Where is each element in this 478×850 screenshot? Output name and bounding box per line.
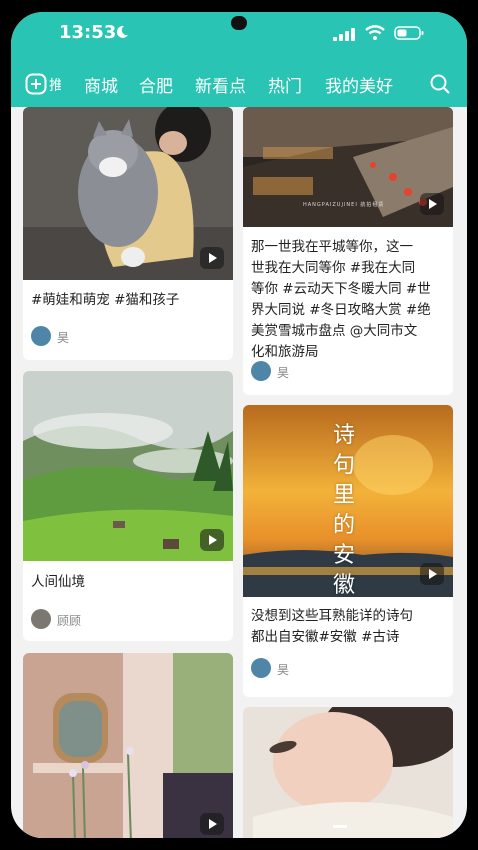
app-header: 13:53 推荐 商城 合肥 新看点 热门 我的美好 [11,12,467,107]
tab-recommend-partial[interactable]: 推荐 [49,75,61,95]
avatar[interactable] [251,658,271,678]
feed-card[interactable] [23,653,233,838]
overlay-char: 徽 [332,573,355,598]
image-watermark: HANGPAIZUJINEI 航拍租赁 [303,202,385,208]
room-interior-image [23,653,233,838]
signal-icon [333,28,355,41]
overlay-char: 里 [332,483,355,508]
moon-icon [116,25,128,38]
author-name[interactable]: 昊 [277,364,289,381]
search-icon[interactable] [429,73,451,95]
card-caption: 没想到这些耳熟能详的诗句 都出自安徽#安徽 #古诗 [251,606,413,648]
feed-card[interactable]: #萌娃和萌宠 #猫和孩子 昊 [23,107,233,360]
feed-card[interactable]: 人间仙境 顾顾 [23,371,233,641]
author-name[interactable]: 顾顾 [57,612,81,629]
tab-hefei[interactable]: 合肥 [139,72,173,97]
caption-line: 世我在大同等你 #我在大同 [251,260,416,276]
tab-hot[interactable]: 热门 [268,72,302,97]
author-name[interactable]: 昊 [57,329,69,346]
feed[interactable]: #萌娃和萌宠 #猫和孩子 昊 HANGPAIZUJINEI 航拍租赁 那一世我在… [11,107,467,838]
baby-photo-image [243,707,453,838]
phone-screen: 13:53 推荐 商城 合肥 新看点 热门 我的美好 [11,12,467,838]
poem-overlay-text: 诗 句 里 的 安 徽 [329,421,359,601]
card-caption: 人间仙境 [31,574,85,590]
caption-line: 界大同说 #冬日攻略大赏 #绝 [251,302,431,318]
avatar[interactable] [251,361,271,381]
add-channel-icon[interactable] [25,73,47,95]
wifi-icon [365,25,385,40]
caption-line: 没想到这些耳熟能详的诗句 [251,608,413,624]
tab-my-good[interactable]: 我的美好 [325,72,393,97]
caption-line: 那一世我在平城等你，这一 [251,239,413,255]
caption-line: 都出自安徽#安徽 #古诗 [251,629,400,645]
overlay-char: 句 [332,453,355,478]
card-caption: 那一世我在平城等你，这一 世我在大同等你 #我在大同 等你 #云动天下冬暖大同 … [251,237,431,363]
play-icon[interactable] [420,193,444,215]
top-nav: 推荐 商城 合肥 新看点 热门 我的美好 [11,70,467,100]
caption-line: 化和旅游局 [251,344,319,360]
play-icon[interactable] [420,563,444,585]
feed-card[interactable]: HANGPAIZUJINEI 航拍租赁 那一世我在平城等你，这一 世我在大同等你… [243,107,453,395]
feed-card[interactable]: 诗 句 里 的 安 徽 没想到这些耳熟能详的诗句 都出自安徽#安徽 #古诗 昊 [243,405,453,697]
card-caption: #萌娃和萌宠 #猫和孩子 [31,292,180,308]
tab-mall[interactable]: 商城 [84,72,118,97]
play-icon[interactable] [200,529,224,551]
feed-card[interactable] [243,707,453,838]
play-icon[interactable] [200,247,224,269]
tab-new-highlights[interactable]: 新看点 [195,72,246,97]
battery-icon [394,26,424,40]
avatar[interactable] [31,326,51,346]
author-name[interactable]: 昊 [277,661,289,678]
status-time: 13:53 [59,22,117,43]
caption-line: 美赏雪城市盘点 @大同市文 [251,323,418,339]
overlay-char: 诗 [332,423,355,448]
caption-line: 等你 #云动天下冬暖大同 #世 [251,281,431,297]
play-icon[interactable] [200,813,224,835]
overlay-char: 安 [332,543,355,568]
overlay-char: 的 [332,513,355,538]
front-camera [231,16,247,30]
avatar[interactable] [31,609,51,629]
